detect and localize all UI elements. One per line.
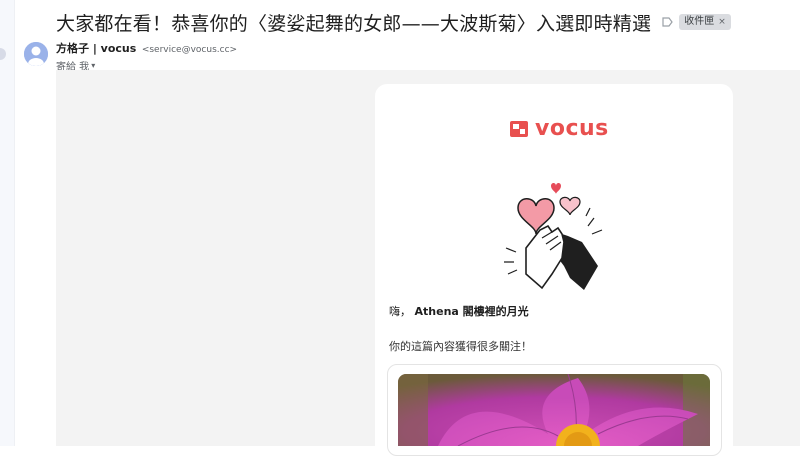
sender-email: <service@vocus.cc> bbox=[141, 45, 238, 55]
greeting-name: Athena 閣樓裡的月光 bbox=[414, 305, 529, 318]
remove-label-icon[interactable]: × bbox=[718, 15, 726, 29]
chevron-down-icon[interactable]: ▾ bbox=[91, 61, 95, 70]
email-subject: 大家都在看！恭喜你的〈婆娑起舞的女郎——大波斯菊〉入選即時精選 bbox=[56, 12, 652, 35]
sender-block: 方格子 | vocus <service@vocus.cc> 寄給 我 ▾ bbox=[56, 40, 237, 73]
high-five-hearts-icon bbox=[498, 178, 608, 300]
rail-indicator bbox=[0, 48, 6, 60]
inbox-label-chip[interactable]: 收件匣 × bbox=[679, 14, 731, 30]
left-rail bbox=[0, 0, 15, 446]
greeting-prefix: 嗨， bbox=[389, 305, 411, 318]
vocus-logo[interactable]: vocus bbox=[509, 117, 609, 141]
subject-row: 大家都在看！恭喜你的〈婆娑起舞的女郎——大波斯菊〉入選即時精選 收件匣 × bbox=[56, 8, 731, 36]
user-avatar-icon[interactable] bbox=[24, 42, 48, 66]
sender-name[interactable]: 方格子 | vocus bbox=[56, 42, 136, 55]
notice-text: 你的這篇內容獲得很多關注！ bbox=[389, 340, 532, 353]
inbox-label-text: 收件匣 bbox=[684, 16, 715, 27]
vocus-logo-icon bbox=[510, 121, 528, 137]
label-importance-icon[interactable] bbox=[659, 14, 675, 30]
sender-line: 方格子 | vocus <service@vocus.cc> bbox=[56, 40, 237, 56]
article-cover-image[interactable] bbox=[398, 374, 710, 446]
vocus-logo-text: vocus bbox=[535, 116, 609, 141]
greeting-text: 嗨， Athena 閣樓裡的月光 bbox=[389, 303, 529, 319]
